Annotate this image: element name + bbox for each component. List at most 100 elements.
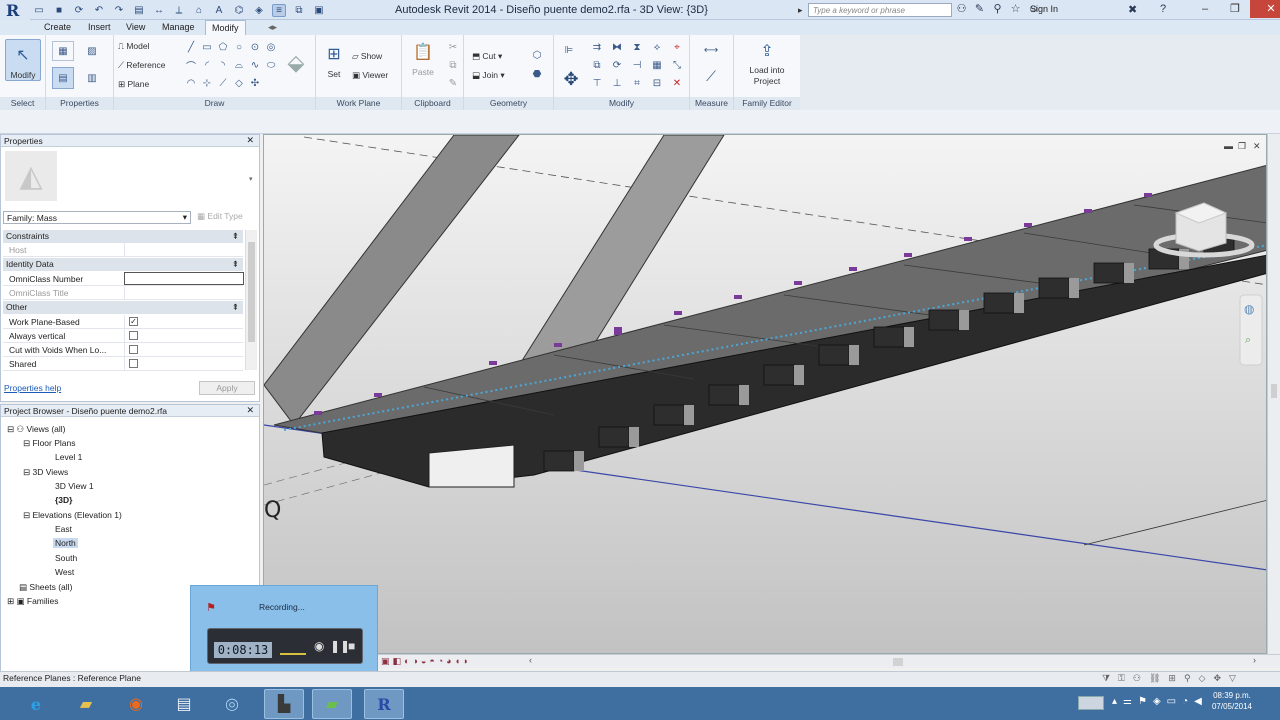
other-section[interactable]: Other ⇞ (3, 301, 243, 314)
properties-toggle-icon[interactable]: ▤ (52, 67, 74, 89)
rotate-icon[interactable]: ⟳ (610, 59, 624, 71)
communication-icon[interactable]: ⚲ (991, 3, 1004, 16)
line-icon[interactable]: ╱ (184, 41, 198, 53)
bridge-3d-model[interactable]: Q ▬ ❐ ✕ ◍ ⌕ (264, 135, 1267, 654)
tray-expand-icon[interactable]: ▴ (1112, 696, 1117, 707)
dimension-icon[interactable]: ⟂ (172, 4, 186, 17)
internet-explorer-icon[interactable]: e (16, 689, 56, 719)
scale-icon[interactable]: ⤡ (670, 59, 684, 71)
save-icon[interactable]: ■ (52, 4, 66, 17)
viewer-button[interactable]: ▣ Viewer (352, 70, 388, 81)
family-types-icon[interactable]: ▦ (52, 41, 74, 61)
deck-end-face[interactable] (428, 444, 515, 488)
extend-icon[interactable]: ⊥ (610, 77, 624, 89)
tree-elevations[interactable]: ⊟ Elevations (Elevation 1) (23, 510, 122, 521)
reference-line-button[interactable]: ⟋ Reference (118, 60, 166, 71)
tab-view[interactable]: View (120, 20, 151, 35)
outlook-icon[interactable]: ◎ (212, 689, 252, 719)
3d-viewport[interactable]: Q ▬ ❐ ✕ ◍ ⌕ (263, 134, 1267, 654)
split-face-icon[interactable]: ⬣ (530, 68, 544, 80)
wifi-icon[interactable]: ◔ (1182, 696, 1188, 707)
tree-3d-views[interactable]: ⊟ 3D Views (23, 467, 68, 478)
section-icon[interactable]: ◈ (252, 4, 266, 17)
identity-data-section[interactable]: Identity Data ⇞ (3, 258, 243, 271)
split-icon[interactable]: ⟡ (650, 41, 664, 53)
omniclass-number-field[interactable] (124, 272, 244, 285)
sync-icon[interactable]: ⟳ (72, 4, 86, 17)
join-geometry-button[interactable]: ⬓ Join ▾ (472, 70, 505, 81)
work-plane-draw-icon[interactable]: ⬙ (282, 43, 310, 83)
help-search-input[interactable]: Type a keyword or phrase (808, 3, 952, 17)
tree-east[interactable]: East (55, 524, 72, 534)
model-line-button[interactable]: ⎍ Model (118, 41, 149, 52)
offset-icon[interactable]: ⇉ (590, 41, 604, 53)
open-icon[interactable]: ▭ (32, 4, 46, 17)
tree-level-1[interactable]: Level 1 (55, 452, 82, 462)
split-gap-icon[interactable]: ⊟ (650, 77, 664, 89)
favorites-icon[interactable]: ☆ (1009, 3, 1022, 16)
arc-start-end-icon[interactable]: ⌒ (184, 59, 198, 73)
spline-icon[interactable]: ∿ (248, 59, 262, 71)
undo-icon[interactable]: ↶ (92, 4, 106, 17)
set-work-plane-button[interactable]: ⊞ Set (320, 41, 348, 79)
select-underlay-icon[interactable]: ⊞ (1168, 673, 1176, 684)
copy-icon[interactable]: ⧉ (446, 59, 460, 71)
rectangle-icon[interactable]: ▭ (200, 41, 214, 53)
tab-manage[interactable]: Manage (156, 20, 201, 35)
ribbon-options-icon[interactable]: ◂▸ (262, 20, 283, 35)
edit-type-button[interactable]: ▦ Edit Type (197, 211, 243, 222)
pick-lines-icon[interactable]: ⟋ (216, 77, 230, 89)
steering-wheel-icon[interactable]: ◍ (1244, 302, 1255, 316)
delete-icon[interactable]: ✕ (670, 77, 684, 89)
sign-in-button[interactable]: Sign In (1030, 4, 1058, 14)
tree-north[interactable]: North (53, 538, 78, 548)
unpin-icon[interactable]: ⌖ (670, 41, 684, 53)
section-marker[interactable]: Q (264, 498, 281, 523)
pick-icon[interactable]: ✣ (248, 77, 262, 89)
match-properties-icon[interactable]: ✎ (446, 77, 460, 89)
trim-icon[interactable]: ⊣ (630, 59, 644, 71)
fillet-icon[interactable]: ⌓ (232, 59, 246, 71)
mic-icon[interactable]: ◉ (314, 639, 324, 653)
tree-3d-view-1[interactable]: 3D View 1 (55, 481, 94, 491)
tab-create[interactable]: Create (38, 20, 77, 35)
measure-distance-icon[interactable]: ⟷ (696, 43, 726, 57)
drag-elements-icon[interactable]: ✥ (1213, 673, 1221, 684)
tree-sheets[interactable]: ▤ Sheets (all) (19, 582, 72, 593)
exchange-icon[interactable]: ✖ (1128, 3, 1137, 16)
viewport-restore-icon[interactable]: ❐ (1238, 141, 1246, 151)
cut-icon[interactable]: ✂ (446, 41, 460, 53)
preview-dropdown-icon[interactable]: ▾ (249, 175, 253, 183)
viewport-close-icon[interactable]: ✕ (1253, 141, 1261, 151)
revit-taskbar-icon[interactable]: R (364, 689, 404, 719)
work-plane-based-checkbox[interactable]: ✓ (129, 317, 138, 326)
keyboard-icon[interactable] (1078, 696, 1104, 710)
close-icon[interactable]: ✕ (246, 135, 254, 146)
inscribed-polygon-icon[interactable]: ⊙ (248, 41, 262, 53)
select-links-icon[interactable]: ⛓ (1149, 673, 1160, 684)
search-expand-icon[interactable]: ▸ (798, 5, 803, 16)
revit-app-menu-button[interactable]: R (0, 0, 30, 20)
flag-icon[interactable]: ⚑ (1138, 696, 1147, 707)
firefox-icon[interactable]: ◉ (116, 689, 156, 719)
text-icon[interactable]: A (212, 4, 226, 17)
binoculars-icon[interactable]: ⚇ (955, 3, 968, 16)
properties-help-link[interactable]: Properties help (4, 383, 61, 393)
circle-icon[interactable]: ○ (232, 41, 246, 53)
family-type-selector[interactable]: Family: Mass ▾ (3, 211, 191, 224)
tree-floor-plans[interactable]: ⊟ Floor Plans (23, 438, 75, 449)
ellipse-icon[interactable]: ⬭ (264, 59, 278, 71)
circumscribed-icon[interactable]: ◎ (264, 41, 278, 53)
pick-faces-icon[interactable]: ◇ (232, 77, 246, 89)
tag-icon[interactable]: ⌂ (192, 4, 206, 17)
worksets-icon[interactable]: ⚿ (1118, 673, 1125, 684)
file-explorer-icon[interactable]: ▰ (66, 689, 106, 719)
measure-icon[interactable]: ↔ (152, 4, 166, 17)
cut-geometry-button[interactable]: ⬒ Cut ▾ (472, 51, 502, 62)
tree-west[interactable]: West (55, 567, 74, 577)
mirror-draw-icon[interactable]: ⧗ (630, 41, 644, 53)
arc-center-icon[interactable]: ◜ (200, 59, 214, 71)
close-icon[interactable]: ✕ (246, 405, 254, 416)
pin-icon[interactable]: ⌗ (630, 77, 644, 89)
tab-modify[interactable]: Modify (205, 20, 246, 35)
